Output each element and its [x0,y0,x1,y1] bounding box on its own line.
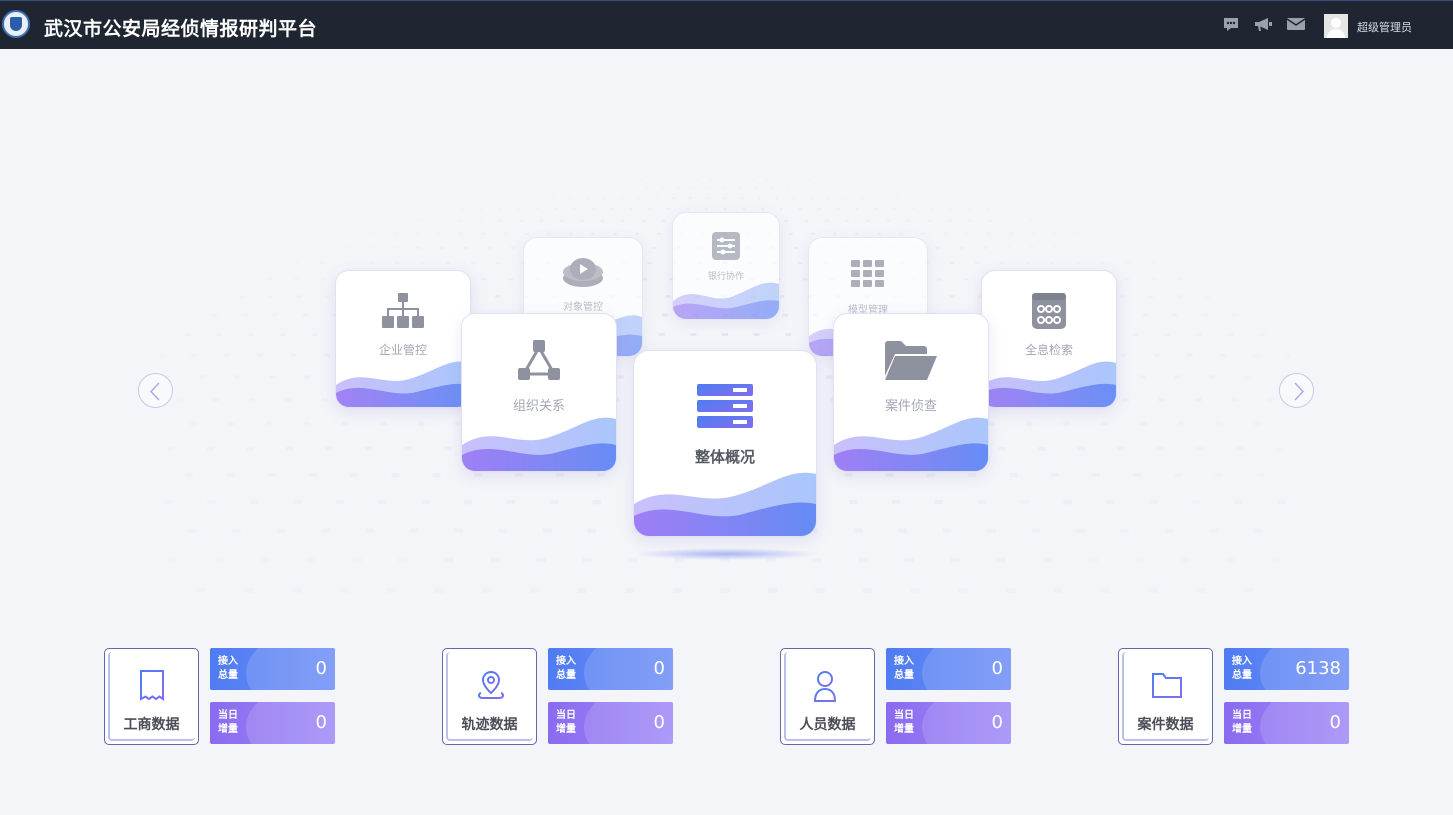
stat-name: 案件数据 [1137,717,1194,733]
avatar[interactable] [1324,14,1348,38]
mail-icon[interactable] [1287,17,1305,31]
module-card-overview[interactable]: 整体概况 [633,350,817,537]
module-label: 企业管控 [378,343,427,357]
stat-today-label: 当日 [1232,710,1252,721]
stat-name: 工商数据 [123,717,180,733]
stat-total-pill: 接入 总量 0 [210,648,335,690]
stat-total-pill: 接入 总量 6138 [1224,648,1349,690]
wave-decoration [462,417,616,471]
police-badge-logo [2,10,30,38]
receipt-icon [140,670,164,701]
stat-total-label: 接入 [218,656,238,667]
stat-name: 轨迹数据 [461,717,518,733]
user-name[interactable]: 超级管理员 [1357,19,1412,35]
stat-total-label: 总量 [218,670,238,681]
stat-total-label: 接入 [556,656,576,667]
wave-decoration [634,472,816,536]
stat-total-label: 总量 [556,670,576,681]
stat-card-case-data[interactable]: 案件数据 [1118,648,1213,745]
stat-total-value: 0 [991,658,1003,679]
stat-today-pill: 当日 增量 0 [886,702,1011,744]
calendar-icon [1032,293,1066,329]
stat-total-label: 接入 [1232,656,1252,667]
card-glow-shadow [632,548,820,560]
grid-icon [851,260,884,287]
stat-today-value: 0 [991,712,1003,733]
module-label: 全息检索 [1024,343,1073,357]
wave-decoration [982,361,1116,407]
stat-total-label: 总量 [894,670,914,681]
stat-card-business-data[interactable]: 工商数据 [104,648,199,745]
stat-today-label: 当日 [218,710,238,721]
stat-today-label: 增量 [1232,724,1252,735]
folder-open-icon [885,341,937,380]
stat-card-trajectory-data[interactable]: 轨迹数据 [442,648,537,745]
module-card-holographic-search[interactable]: 全息检索 [981,270,1117,408]
sliders-icon [712,232,740,260]
stat-today-value: 0 [653,712,665,733]
disc-play-icon [563,258,603,287]
stat-today-label: 当日 [556,710,576,721]
stat-total-value: 0 [653,658,665,679]
stat-today-label: 增量 [218,724,238,735]
stat-total-label: 接入 [894,656,914,667]
stat-today-label: 增量 [556,724,576,735]
stat-name: 人员数据 [799,717,856,733]
chevron-left-icon [149,382,160,401]
stat-card-personnel-data[interactable]: 人员数据 [780,648,875,745]
org-chart-icon [382,293,424,328]
app-title: 武汉市公安局经侦情报研判平台 [44,18,318,40]
chevron-right-icon [1294,382,1305,401]
person-list-icon [813,671,844,702]
module-card-organization-relations[interactable]: 组织关系 [461,313,617,472]
stat-today-pill: 当日 增量 0 [1224,702,1349,744]
module-label: 整体概况 [694,448,755,466]
chat-icon[interactable] [1223,17,1239,32]
stat-total-value: 6138 [1295,658,1341,679]
megaphone-icon[interactable] [1254,17,1273,32]
stat-today-label: 增量 [894,724,914,735]
wave-decoration [336,361,470,407]
server-stack-icon [697,384,753,428]
stat-total-label: 总量 [1232,670,1252,681]
module-card-enterprise-control[interactable]: 企业管控 [335,270,471,408]
folder-icon [1152,673,1182,698]
stat-today-pill: 当日 增量 0 [210,702,335,744]
location-pin-icon [477,670,505,699]
module-card-case-investigation[interactable]: 案件侦查 [833,313,989,472]
module-label: 组织关系 [512,399,565,414]
stat-today-value: 0 [315,712,327,733]
stat-total-pill: 接入 总量 0 [886,648,1011,690]
network-icon [518,340,560,380]
module-card-bank-cooperation[interactable]: 银行协作 [672,212,780,320]
wave-decoration [834,417,988,471]
stat-today-value: 0 [1329,712,1341,733]
stat-total-pill: 接入 总量 0 [548,648,673,690]
carousel-prev-button[interactable] [138,373,173,408]
top-bar: 武汉市公安局经侦情报研判平台 超级管理员 [0,0,1453,49]
stat-today-pill: 当日 增量 0 [548,702,673,744]
stat-today-label: 当日 [894,710,914,721]
module-label: 案件侦查 [884,399,937,414]
stat-total-value: 0 [315,658,327,679]
wave-decoration [673,282,779,319]
carousel-next-button[interactable] [1279,373,1314,408]
